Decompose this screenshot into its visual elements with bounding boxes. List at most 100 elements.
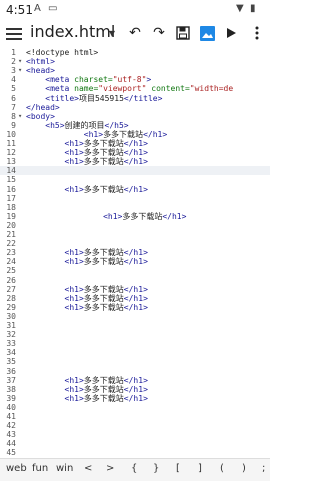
code-line[interactable]: 44	[0, 439, 270, 448]
code-line[interactable]: 10 <h1>多多下载站</h1>	[0, 130, 270, 139]
code-line[interactable]: 45	[0, 448, 270, 457]
code-token: <h1>	[26, 293, 84, 303]
line-number: 44	[6, 439, 16, 449]
code-line[interactable]: 23 <h1>多多下载站</h1>	[0, 248, 270, 257]
code-line[interactable]: 12 <h1>多多下载站</h1>	[0, 148, 270, 157]
line-number: 41	[6, 412, 16, 421]
code-line[interactable]: 43	[0, 430, 270, 439]
overflow-menu-icon[interactable]	[248, 24, 266, 42]
code-line[interactable]: 40	[0, 403, 270, 412]
code-token: content=	[146, 84, 190, 94]
code-line[interactable]: 31	[0, 321, 270, 330]
code-token: <body>	[26, 111, 55, 121]
code-line[interactable]: 9 <h5>创建的项目</h5>	[0, 121, 270, 130]
code-line[interactable]: 42	[0, 421, 270, 430]
app-toolbar: index.html ▾ ↶ ↷	[0, 20, 270, 48]
line-number: 20	[6, 220, 16, 230]
code-line[interactable]: 6 <title>项目545915</title>	[0, 94, 270, 103]
code-line[interactable]: 7 </head>	[0, 103, 270, 112]
line-number: 32	[6, 330, 16, 340]
code-line[interactable]: 5 <meta name="viewport" content="width=d…	[0, 84, 270, 93]
code-line[interactable]: 27 <h1>多多下载站</h1>	[0, 285, 270, 294]
code-token: <meta	[26, 84, 75, 94]
code-line[interactable]: 8 ▾ <body>	[0, 112, 270, 121]
file-title[interactable]: index.html	[30, 22, 115, 41]
code-line[interactable]: 35	[0, 357, 270, 366]
undo-icon[interactable]: ↶	[126, 24, 144, 42]
code-token: 项目545915	[78, 93, 124, 103]
code-line[interactable]: 18	[0, 203, 270, 212]
code-line[interactable]: 25	[0, 266, 270, 275]
code-token: </h1>	[123, 248, 148, 258]
shortcut-key[interactable]: {	[131, 463, 137, 474]
code-line[interactable]: 19 <h1>多多下载站</h1>	[0, 212, 270, 221]
code-token: </h1>	[162, 211, 187, 221]
code-line[interactable]: 37 <h1>多多下载站</h1>	[0, 376, 270, 385]
shortcut-key[interactable]: win	[56, 463, 73, 474]
code-line[interactable]: 1 <!doctype html>	[0, 48, 270, 57]
shortcut-key[interactable]: web	[6, 463, 27, 474]
line-number: 2	[11, 57, 16, 67]
shortcut-key[interactable]: }	[153, 463, 159, 474]
code-text: <meta charset="utf-8">	[26, 75, 151, 84]
line-number: 42	[6, 421, 16, 431]
code-line[interactable]: 26	[0, 276, 270, 285]
code-line[interactable]: 13 <h1>多多下载站</h1>	[0, 157, 270, 166]
shortcut-key[interactable]: <	[84, 463, 92, 474]
code-line[interactable]: 22	[0, 239, 270, 248]
code-line[interactable]: 14	[0, 166, 270, 176]
code-token: 多多下载站	[83, 157, 124, 167]
code-token: </h1>	[123, 148, 148, 158]
code-line[interactable]: 39 <h1>多多下载站</h1>	[0, 394, 270, 403]
fold-toggle-icon[interactable]: ▾	[18, 57, 22, 66]
file-dropdown-icon[interactable]: ▾	[109, 26, 115, 40]
shortcut-key[interactable]: ]	[198, 463, 202, 474]
code-line[interactable]: 33	[0, 339, 270, 348]
code-line[interactable]: 38 <h1>多多下载站</h1>	[0, 385, 270, 394]
code-token: 多多下载站	[83, 184, 124, 194]
fold-toggle-icon[interactable]: ▾	[18, 112, 22, 121]
code-editor[interactable]: 1 <!doctype html> 2 ▾ <html> 3 ▾ <head> 4 <meta …	[0, 48, 270, 458]
shortcut-key[interactable]: fun	[32, 463, 48, 474]
line-number: 8	[11, 111, 16, 121]
code-line[interactable]: 30	[0, 312, 270, 321]
line-number: 10	[6, 129, 16, 139]
shortcut-key[interactable]: [	[176, 463, 180, 474]
code-line[interactable]: 3 ▾ <head>	[0, 66, 270, 75]
line-number: 38	[6, 384, 16, 394]
code-line[interactable]: 36	[0, 367, 270, 376]
code-text: <h1>多多下载站</h1>	[26, 257, 148, 266]
status-time: 4:51	[6, 3, 33, 17]
redo-icon[interactable]: ↷	[150, 24, 168, 42]
code-token: </h1>	[123, 257, 148, 267]
code-line[interactable]: 41	[0, 412, 270, 421]
code-line[interactable]: 15	[0, 175, 270, 184]
code-line[interactable]: 32	[0, 330, 270, 339]
code-line[interactable]: 16 <h1>多多下载站</h1>	[0, 185, 270, 194]
code-line[interactable]: 11 <h1>多多下载站</h1>	[0, 139, 270, 148]
code-token: "utf-8"	[112, 75, 147, 85]
fold-toggle-icon[interactable]: ▾	[18, 66, 22, 75]
code-line[interactable]: 29 <h1>多多下载站</h1>	[0, 303, 270, 312]
shortcut-key[interactable]: )	[242, 463, 246, 474]
image-preview-icon[interactable]	[198, 24, 216, 42]
code-token: </h1>	[123, 139, 148, 148]
run-icon[interactable]	[222, 24, 240, 42]
code-line[interactable]: 21	[0, 230, 270, 239]
shortcut-key[interactable]: (	[220, 463, 224, 474]
code-line[interactable]: 2 ▾ <html>	[0, 57, 270, 66]
save-icon[interactable]	[174, 24, 192, 42]
shortcut-key[interactable]: ;	[262, 463, 265, 474]
code-line[interactable]: 28 <h1>多多下载站</h1>	[0, 294, 270, 303]
code-text: <h1>多多下载站</h1>	[26, 303, 148, 312]
shortcut-key[interactable]: >	[106, 463, 114, 474]
code-line[interactable]: 24 <h1>多多下载站</h1>	[0, 257, 270, 266]
code-token: 多多下载站	[83, 393, 124, 403]
hamburger-menu-icon[interactable]	[6, 25, 22, 41]
code-line[interactable]: 20	[0, 221, 270, 230]
code-line[interactable]: 4 <meta charset="utf-8">	[0, 75, 270, 84]
code-line[interactable]: 17	[0, 194, 270, 203]
code-text: <h5>创建的项目</h5>	[26, 121, 128, 130]
code-line[interactable]: 34	[0, 348, 270, 357]
line-number: 26	[6, 275, 16, 285]
